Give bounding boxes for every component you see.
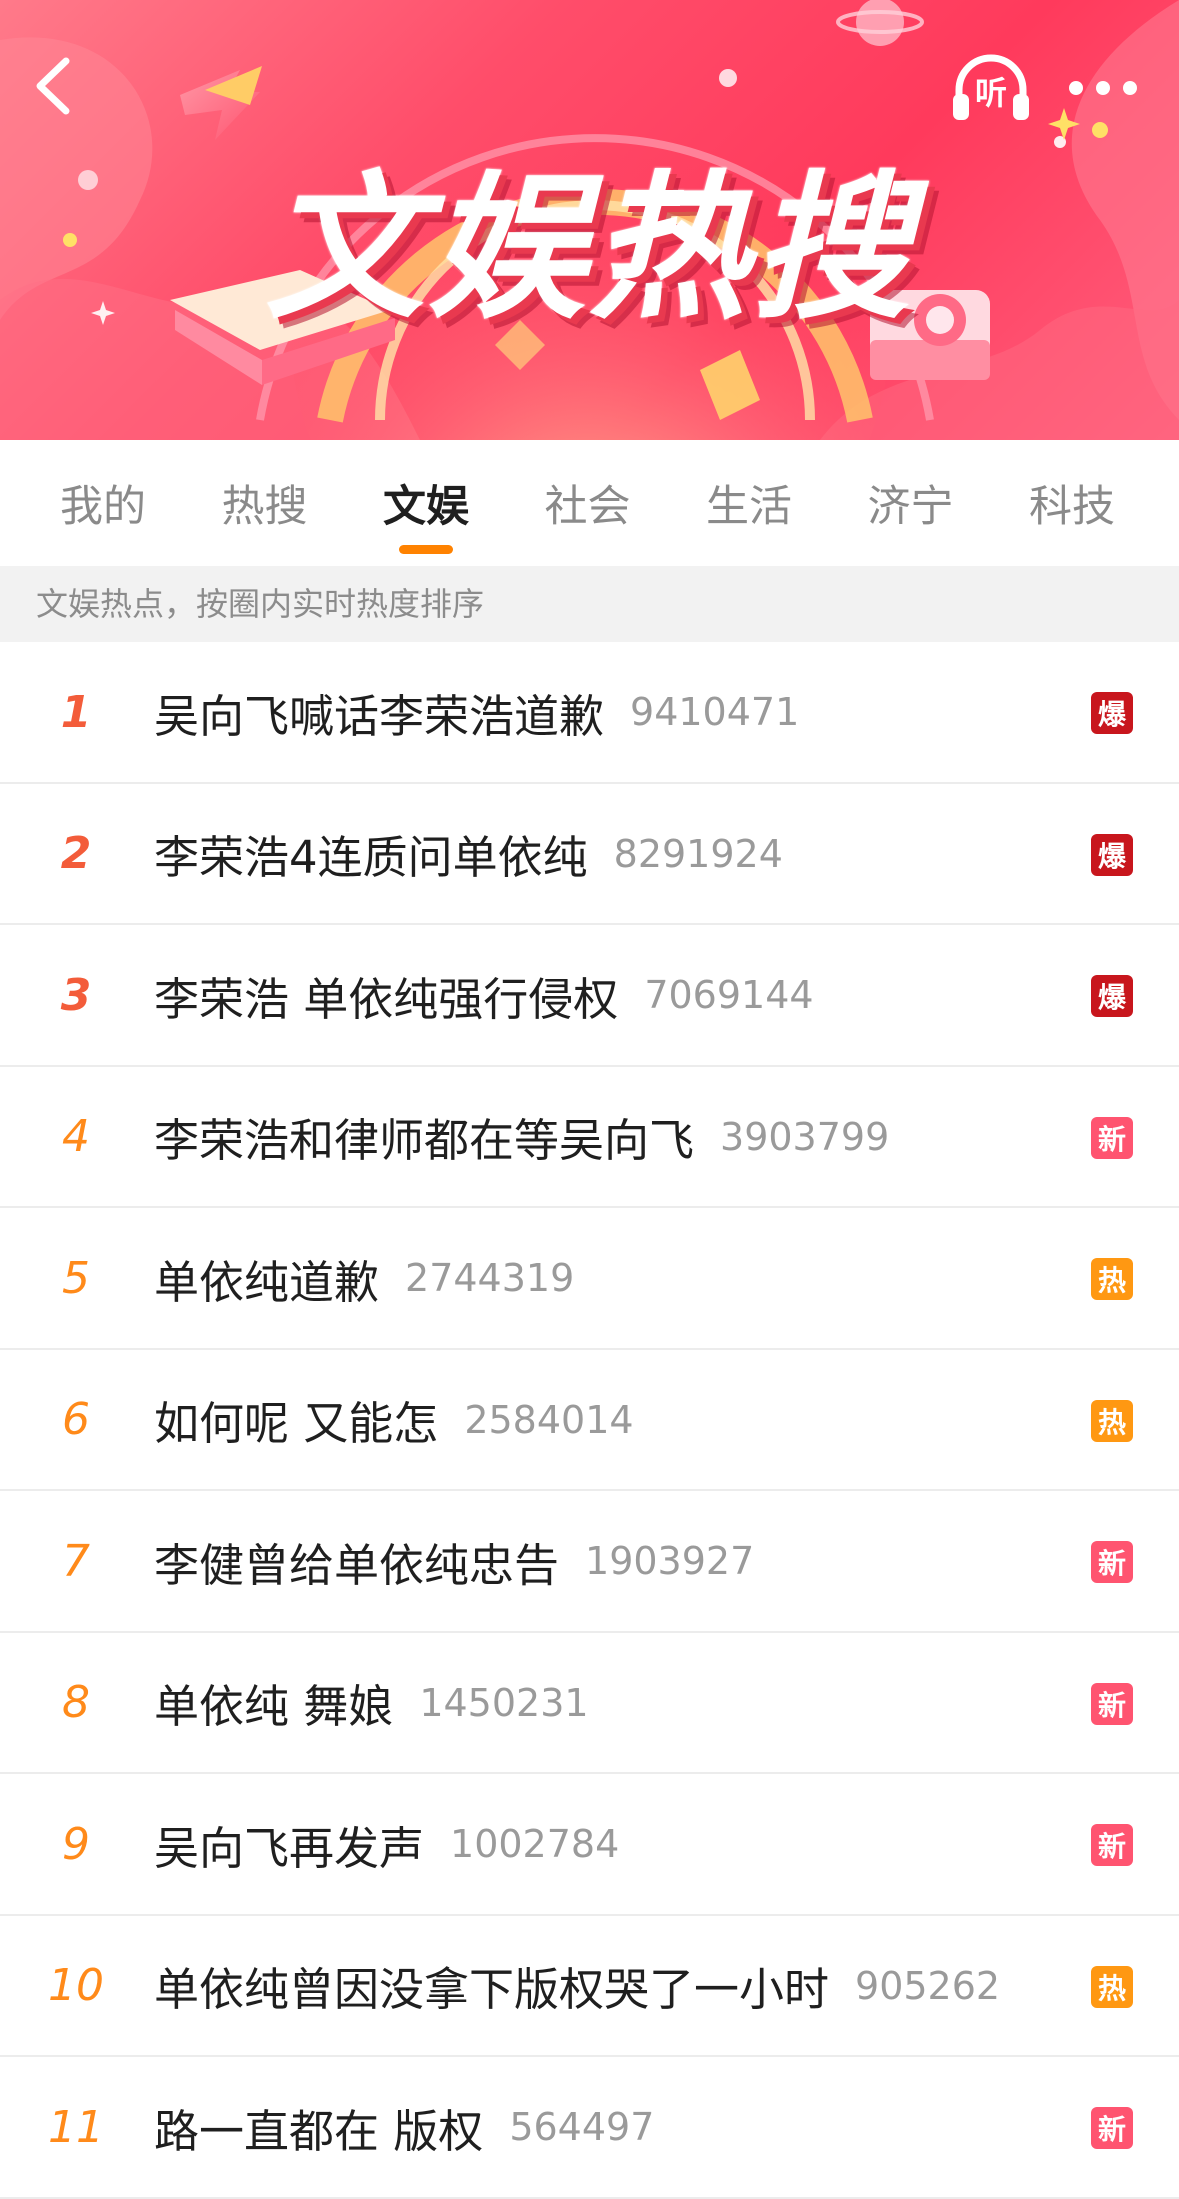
page-title: 文娱热搜 — [265, 157, 914, 341]
chevron-left-icon — [36, 57, 70, 115]
tab-hot-search[interactable]: 热搜 — [190, 440, 340, 566]
rank-number: 8 — [62, 1677, 90, 1728]
badge-bao: 爆 — [1091, 833, 1133, 876]
heat-count: 8291924 — [613, 831, 783, 876]
item-title: 单依纯道歉 — [154, 1255, 380, 1309]
rank-number: 5 — [62, 1252, 90, 1304]
tab-label: 社会 — [544, 482, 631, 532]
heat-count: 564497 — [509, 2105, 655, 2149]
badge-bao: 爆 — [1091, 692, 1133, 734]
tab-label: 科技 — [1029, 482, 1115, 532]
heat-count: 905262 — [855, 1963, 1001, 2008]
heat-count: 1903927 — [585, 1539, 755, 1583]
tab-label: 生活 — [706, 482, 792, 532]
badge-re: 热 — [1091, 1258, 1133, 1300]
item-title: 李健曾给单依纯忠告 — [154, 1538, 560, 1592]
rank-number: 1 — [60, 686, 92, 738]
tab-tech[interactable]: 科技 — [997, 440, 1147, 566]
category-tabs: 我的 热搜 文娱 社会 生活 济宁 科技 — [0, 440, 1179, 566]
back-button[interactable] — [18, 44, 88, 128]
heat-count: 3903799 — [720, 1114, 890, 1159]
heat-count: 2584014 — [464, 1397, 634, 1442]
list-item[interactable]: 11 路一直都在 版权 564497 新 — [0, 2057, 1179, 2199]
section-note: 文娱热点，按圈内实时热度排序 — [0, 566, 1179, 642]
badge-xin: 新 — [1091, 1541, 1133, 1583]
item-title: 吴向飞喊话李荣浩道歉 — [154, 689, 605, 743]
rank-number: 6 — [62, 1394, 90, 1445]
tab-society[interactable]: 社会 — [513, 440, 663, 566]
badge-re: 热 — [1091, 1399, 1133, 1442]
list-item[interactable]: 3 李荣浩 单依纯强行侵权 7069144 爆 — [0, 925, 1179, 1067]
listen-label: 听 — [974, 74, 1007, 112]
badge-re: 热 — [1091, 1965, 1133, 2008]
rank-number: 3 — [60, 969, 92, 1021]
hot-search-list: 1 吴向飞喊话李荣浩道歉 9410471 爆 2 李荣浩4连质问单依纯 829192… — [0, 642, 1179, 2199]
tab-label: 热搜 — [221, 482, 308, 532]
heat-count: 1002784 — [450, 1822, 620, 1866]
list-item[interactable]: 7 李健曾给单依纯忠告 1903927 新 — [0, 1491, 1179, 1633]
badge-bao: 爆 — [1091, 975, 1133, 1017]
rank-number: 2 — [60, 828, 92, 879]
badge-xin: 新 — [1091, 1824, 1133, 1866]
tab-label: 我的 — [60, 482, 146, 532]
list-item[interactable]: 6 如何呢 又能怎 2584014 热 — [0, 1350, 1179, 1491]
rank-number: 11 — [48, 2101, 104, 2153]
rank-number: 10 — [48, 1960, 104, 2011]
list-item[interactable]: 5 单依纯道歉 2744319 热 — [0, 1208, 1179, 1350]
tab-life[interactable]: 生活 — [674, 440, 824, 566]
more-dots-icon — [1069, 81, 1137, 95]
more-button[interactable] — [1060, 56, 1146, 120]
tab-mine[interactable]: 我的 — [28, 440, 178, 566]
list-item[interactable]: 1 吴向飞喊话李荣浩道歉 9410471 爆 — [0, 642, 1179, 784]
rank-number: 9 — [62, 1818, 90, 1870]
list-item[interactable]: 2 李荣浩4连质问单依纯 8291924 爆 — [0, 784, 1179, 925]
active-tab-indicator — [399, 545, 453, 554]
item-title: 单依纯曾因没拿下版权哭了一小时 — [154, 1963, 830, 2016]
badge-xin: 新 — [1091, 1682, 1133, 1725]
heat-count: 1450231 — [419, 1680, 589, 1725]
list-item[interactable]: 4 李荣浩和律师都在等吴向飞 3903799 新 — [0, 1067, 1179, 1208]
tab-label: 济宁 — [867, 482, 954, 532]
tab-jining[interactable]: 济宁 — [836, 440, 986, 566]
listen-button[interactable]: 听 — [940, 48, 1042, 128]
heat-count: 2744319 — [405, 1256, 575, 1300]
heat-count: 9410471 — [630, 690, 800, 734]
tab-entertainment[interactable]: 文娱 — [351, 440, 501, 566]
tab-label: 文娱 — [383, 482, 469, 532]
rank-number: 7 — [62, 1535, 90, 1587]
item-title: 路一直都在 版权 — [154, 2104, 484, 2158]
list-item[interactable]: 10 单依纯曾因没拿下版权哭了一小时 905262 热 — [0, 1916, 1179, 2057]
item-title: 李荣浩和律师都在等吴向飞 — [154, 1114, 695, 1167]
list-item[interactable]: 8 单依纯 舞娘 1450231 新 — [0, 1633, 1179, 1774]
header-banner: 文娱热搜 听 — [0, 0, 1179, 440]
heat-count: 7069144 — [644, 973, 814, 1017]
item-title: 吴向飞再发声 — [154, 1821, 425, 1875]
list-item[interactable]: 9 吴向飞再发声 1002784 新 — [0, 1774, 1179, 1916]
item-title: 李荣浩 单依纯强行侵权 — [154, 972, 619, 1026]
item-title: 李荣浩4连质问单依纯 — [154, 831, 588, 884]
rank-number: 4 — [62, 1111, 90, 1162]
item-title: 单依纯 舞娘 — [154, 1680, 394, 1733]
badge-xin: 新 — [1091, 2107, 1133, 2149]
badge-xin: 新 — [1091, 1116, 1133, 1159]
item-title: 如何呢 又能怎 — [154, 1397, 439, 1450]
